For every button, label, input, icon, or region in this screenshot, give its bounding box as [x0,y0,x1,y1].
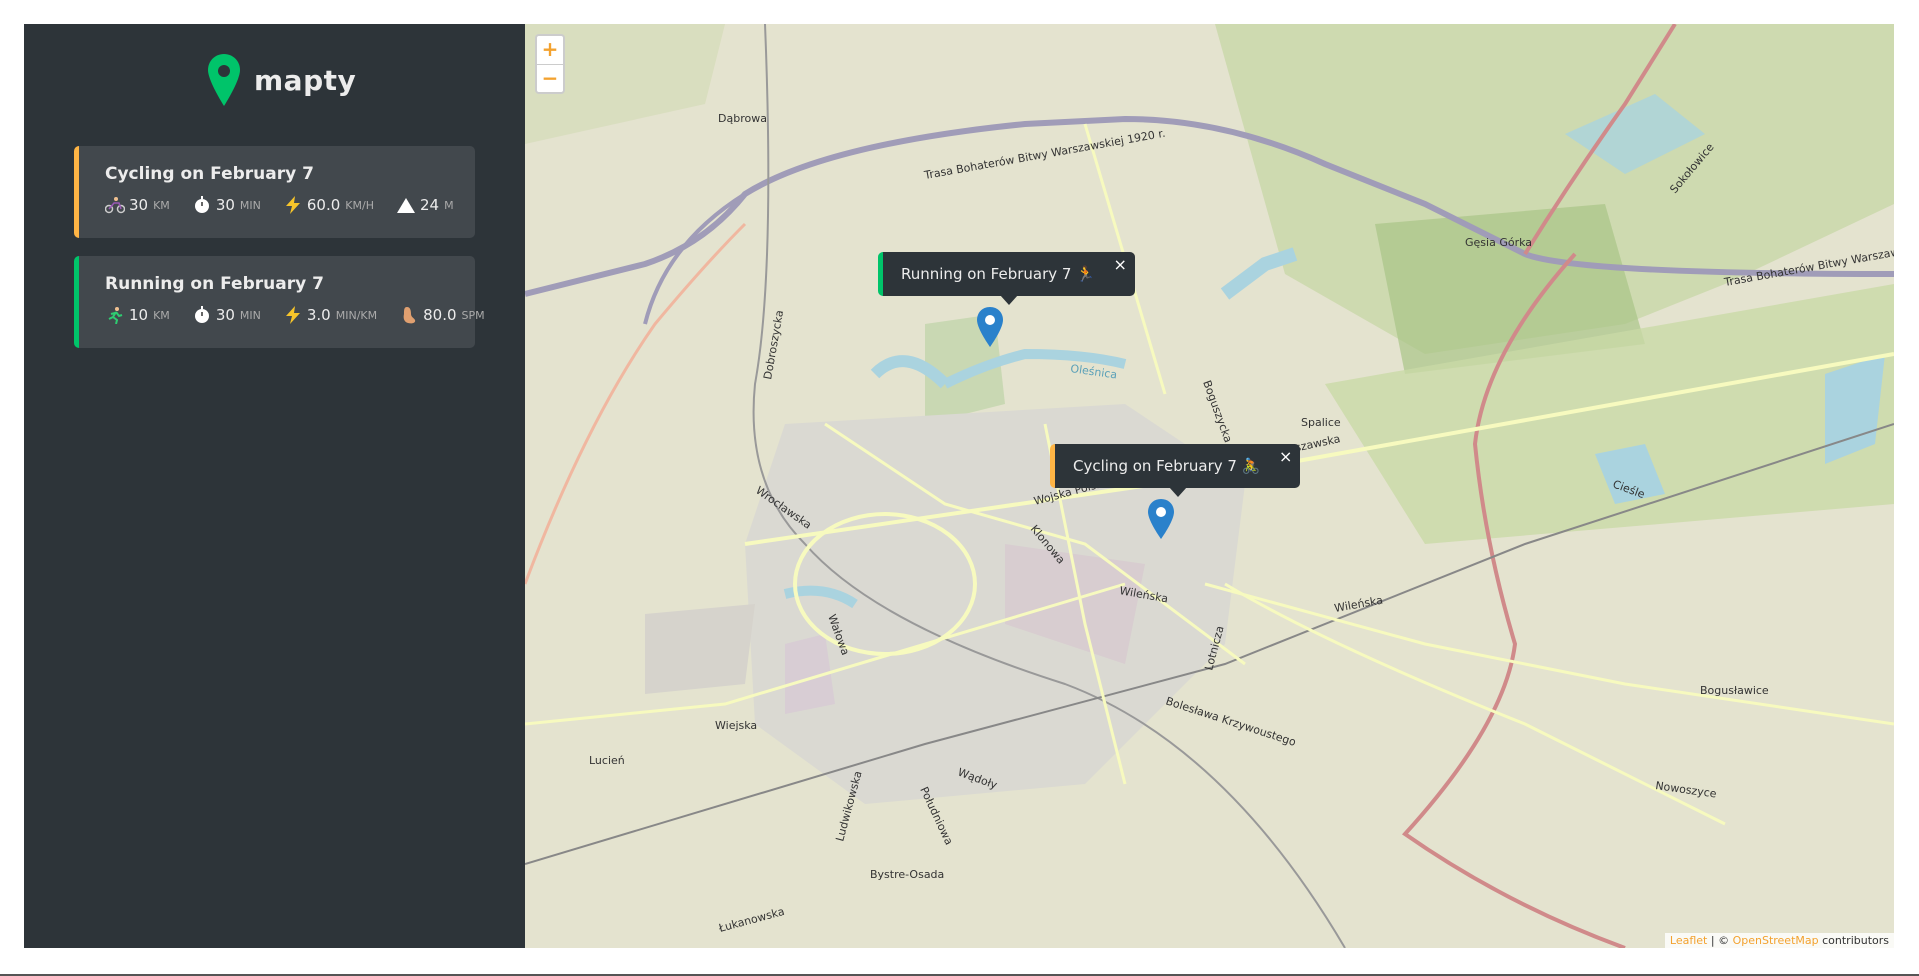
map-label: Bystre-Osada [870,868,944,881]
workout-value: 10 [129,306,149,324]
workout-duration: 30 min [192,306,261,324]
workout-value: 30 [129,196,149,214]
zoom-in-button[interactable]: + [537,36,563,64]
popup-close-button[interactable]: × [1114,255,1127,274]
map-label: Gęsia Górka [1465,236,1532,249]
workout-unit: min [239,308,261,322]
map-label: Dąbrowa [718,112,767,125]
cyclist-icon [105,197,125,214]
runner-icon [108,307,123,324]
map[interactable]: Trasa Bohaterów Bitwy Warszawskiej 1920 … [525,24,1894,948]
popup-close-button[interactable]: × [1279,447,1292,466]
workout-details: 10 km 30 min [105,306,485,324]
workout-unit: min/km [335,308,378,322]
workout-duration: 30 min [192,196,261,214]
openstreetmap-link[interactable]: OpenStreetMap [1733,934,1819,947]
workout-item-cycling[interactable]: Cycling on February 7 30 km [74,146,475,238]
attribution-separator: | © [1707,934,1733,947]
attribution-text: contributors [1818,934,1889,947]
workout-value: 24 [419,196,440,214]
workout-distance: 30 km [105,196,170,214]
popup-text: Running on February 7 🏃 [901,265,1095,283]
workout-value: 60.0 [306,196,341,214]
workout-unit: spm [461,308,485,322]
popup-text: Cycling on February 7 🚴 [1073,457,1261,475]
workout-distance: 10 km [105,306,170,324]
logo-text: mapty [254,63,357,97]
map-label: Spalice [1301,416,1341,429]
running-popup[interactable]: Running on February 7 🏃 × [878,252,1135,305]
popup-tip [999,295,1018,305]
zoom-out-button[interactable]: − [537,64,563,92]
map-label: Bogusławice [1700,684,1769,697]
sidebar: mapty Cycling on February 7 30 km [24,24,525,948]
zoom-control: + − [535,34,565,94]
cycling-popup[interactable]: Cycling on February 7 🚴 × [1050,444,1301,497]
workout-value: 3.0 [306,306,331,324]
map-label: Wiejska [715,719,757,732]
lightning-icon [285,306,300,324]
workout-unit: m [444,198,454,212]
workout-unit: min [239,198,261,212]
map-marker-icon[interactable] [1148,499,1174,539]
map-label: Lucień [589,754,625,767]
map-pin-logo-icon [208,54,240,106]
workout-unit: km/h [345,198,374,212]
mountain-icon [396,198,415,213]
workout-speed: 60.0 km/h [283,196,374,214]
workout-title: Cycling on February 7 [105,164,314,184]
workout-pace: 3.0 min/km [283,306,377,324]
leaflet-link[interactable]: Leaflet [1670,934,1707,947]
workout-details: 30 km 30 min [105,196,454,214]
logo: mapty [208,54,356,106]
workout-title: Running on February 7 [105,274,324,294]
app-container: mapty Cycling on February 7 30 km [24,24,1894,948]
map-marker-icon[interactable] [977,307,1003,347]
workout-list: Cycling on February 7 30 km [74,146,485,366]
workout-value: 30 [215,196,235,214]
workout-unit: km [153,308,170,322]
map-attribution: Leaflet | © OpenStreetMap contributors [1664,933,1894,948]
workout-value: 30 [215,306,235,324]
workout-value: 80.0 [423,306,457,324]
workout-cadence: 80.0 spm [399,306,485,324]
popup-tip [1168,487,1187,497]
stopwatch-icon [194,306,209,323]
workout-item-running[interactable]: Running on February 7 10 km [74,256,485,348]
workout-elevation: 24 m [396,196,454,214]
workout-unit: km [153,198,170,212]
footprint-icon [403,307,416,324]
stopwatch-icon [194,196,209,213]
lightning-icon [285,196,300,214]
